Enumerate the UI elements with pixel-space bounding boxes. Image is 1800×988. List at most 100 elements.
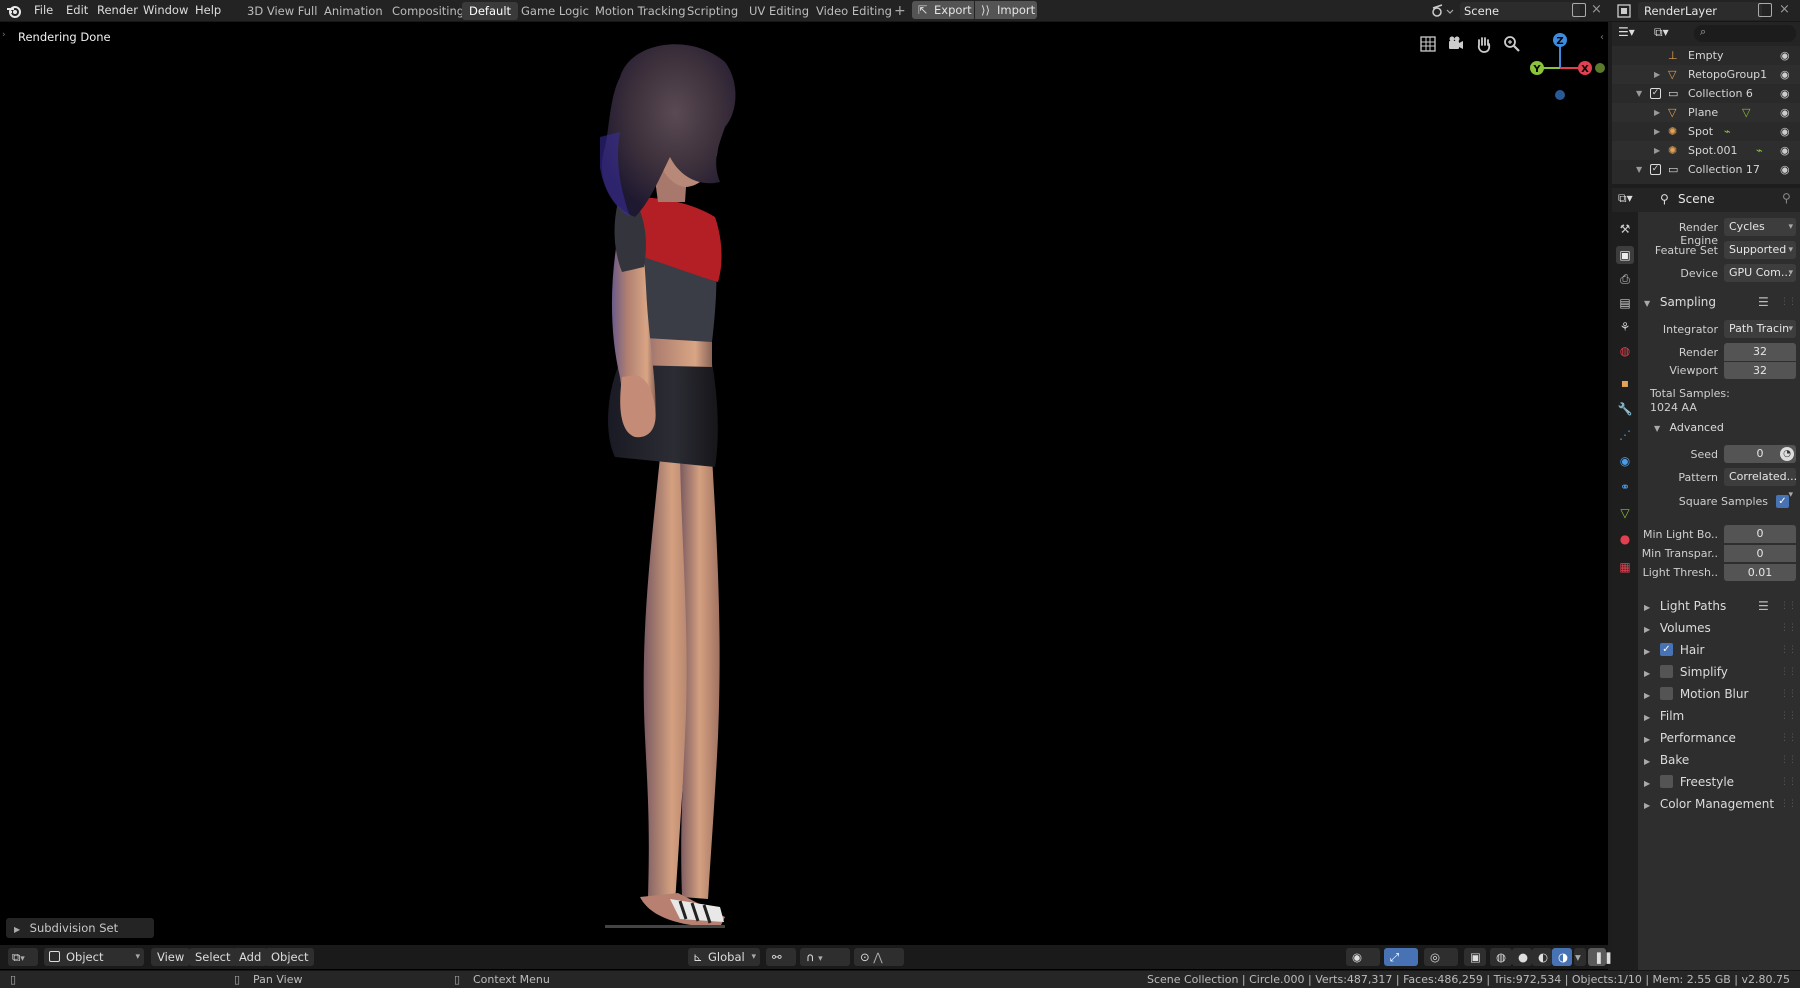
workspace-tab-3d-view-full[interactable]: 3D View Full	[240, 2, 324, 20]
workspace-tab-uv-editing[interactable]: UV Editing	[742, 2, 816, 20]
properties-editor-type-icon[interactable]: ⧉▾	[1618, 191, 1633, 206]
animate-seed-clock-icon[interactable]: ◔	[1780, 447, 1794, 461]
object-tab-square-icon[interactable]: ▪	[1616, 374, 1634, 392]
drag-grip-icon[interactable]: ⋮⋮	[1780, 727, 1797, 749]
gizmo-toggle[interactable]: ⤢	[1384, 948, 1418, 966]
menu-help[interactable]: Help	[193, 0, 223, 22]
render-tab-camera-icon[interactable]: ▣	[1616, 246, 1634, 264]
outliner-row-collection-17[interactable]: ▼ ✓ ▭ Collection 17 ◉	[1612, 160, 1800, 179]
eye-icon[interactable]: ◉	[1780, 65, 1790, 84]
pan-hand-icon[interactable]	[1474, 34, 1494, 54]
eye-icon[interactable]: ◉	[1780, 103, 1790, 122]
eye-icon[interactable]: ◉	[1780, 46, 1790, 65]
min-transparent-bounces-field[interactable]: 0	[1724, 544, 1796, 562]
collapse-triangle-icon[interactable]: ▼	[1636, 84, 1642, 103]
drag-grip-icon[interactable]: ⋮⋮	[1780, 661, 1797, 683]
performance-panel-header[interactable]: ▶ Performance ⋮⋮	[1638, 727, 1800, 749]
seed-field[interactable]: 0 ◔	[1724, 445, 1796, 463]
particles-tab-icon[interactable]: ⋰	[1616, 426, 1634, 444]
xray-toggle[interactable]: ▣	[1464, 948, 1486, 966]
presets-list-icon[interactable]: ☰	[1758, 595, 1769, 617]
drag-grip-icon[interactable]: ⋮⋮	[1780, 793, 1797, 815]
eye-icon[interactable]: ◉	[1780, 141, 1790, 160]
viewport-samples-field[interactable]: 32	[1724, 361, 1796, 379]
scene-browse-icon[interactable]	[1430, 3, 1456, 19]
drag-grip-icon[interactable]: ⋮⋮	[1780, 771, 1797, 793]
eye-icon[interactable]: ◉	[1780, 122, 1790, 141]
freestyle-panel-header[interactable]: ▶ Freestyle ⋮⋮	[1638, 771, 1800, 793]
outliner-row-spot[interactable]: ▶ ✺ Spot ⌁ ◉	[1612, 122, 1800, 141]
proportional-editing-toggle[interactable]: ⊙ ⋀	[854, 948, 904, 966]
menu-window[interactable]: Window	[141, 0, 190, 22]
presets-list-icon[interactable]: ☰	[1758, 291, 1769, 313]
transform-orientation-dropdown[interactable]: ⊾ Global ▾	[688, 948, 760, 966]
shading-material-button[interactable]: ◐	[1532, 948, 1552, 966]
add-menu[interactable]: Add	[233, 948, 268, 966]
outliner-row-empty[interactable]: ⊥ Empty ◉	[1612, 46, 1800, 65]
scene-tab-icon[interactable]: ⚘	[1616, 318, 1634, 336]
workspace-tab-game-logic[interactable]: Game Logic	[514, 2, 596, 20]
workspace-tab-compositing[interactable]: Compositing	[385, 2, 471, 20]
square-samples-checkbox[interactable]: ✓	[1776, 495, 1789, 508]
expand-triangle-icon[interactable]: ▶	[1654, 122, 1660, 141]
physics-tab-icon[interactable]: ◉	[1616, 452, 1634, 470]
3d-viewport[interactable]: › Rendering Done Z X Y ‹	[0, 22, 1608, 970]
workspace-tab-animation[interactable]: Animation	[317, 2, 390, 20]
visibility-dropdown[interactable]: ◉	[1346, 948, 1380, 966]
sampling-panel-header[interactable]: ▼ Sampling ☰ ⋮⋮	[1638, 291, 1800, 313]
min-light-bounces-field[interactable]: 0	[1724, 525, 1796, 543]
film-panel-header[interactable]: ▶ Film ⋮⋮	[1638, 705, 1800, 727]
eye-icon[interactable]: ◉	[1780, 160, 1790, 179]
new-view-layer-icon[interactable]	[1758, 3, 1772, 17]
simplify-enable-checkbox[interactable]	[1660, 665, 1673, 678]
hair-enable-checkbox[interactable]: ✓	[1660, 643, 1673, 656]
object-mode-dropdown[interactable]: Object Mode ▾	[44, 948, 144, 982]
toggle-camera-view-grid-icon[interactable]	[1418, 34, 1438, 54]
menu-file[interactable]: File	[32, 0, 55, 22]
color-management-panel-header[interactable]: ▶ Color Management ⋮⋮	[1638, 793, 1800, 815]
expand-triangle-icon[interactable]: ▶	[1654, 103, 1660, 122]
modifier-tab-wrench-icon[interactable]: 🔧	[1616, 400, 1634, 418]
shading-rendered-button[interactable]: ◑	[1552, 948, 1572, 966]
view-menu[interactable]: View	[151, 948, 191, 966]
drag-grip-icon[interactable]: ⋮⋮	[1780, 683, 1797, 705]
camera-view-icon[interactable]	[1446, 34, 1466, 54]
blender-logo-icon[interactable]	[6, 3, 22, 19]
pause-render-button[interactable]: ❚❚	[1588, 948, 1613, 966]
outliner-row-plane[interactable]: ▶ ▽ Plane ▽ ◉	[1612, 103, 1800, 122]
drag-grip-icon[interactable]: ⋮⋮	[1780, 595, 1797, 617]
expand-triangle-icon[interactable]: ▶	[1654, 141, 1660, 160]
overlays-toggle[interactable]: ◎	[1424, 948, 1458, 966]
drag-grip-icon[interactable]: ⋮⋮	[1780, 705, 1797, 727]
expand-triangle-icon[interactable]: ▶	[1654, 65, 1660, 84]
object-menu[interactable]: Object	[265, 948, 315, 966]
delete-scene-close-icon[interactable]: ×	[1591, 2, 1602, 17]
workspace-tab-video-editing[interactable]: Video Editing	[809, 2, 899, 20]
render-engine-dropdown[interactable]: Cycles ▾	[1724, 218, 1796, 236]
editor-type-dropdown[interactable]: ⧉▾	[8, 948, 38, 966]
eye-icon[interactable]: ◉	[1780, 84, 1790, 103]
view-layer-tab-icon[interactable]: ▤	[1616, 294, 1634, 312]
pin-icon[interactable]: ⚲	[1782, 191, 1791, 205]
material-tab-sphere-icon[interactable]: ●	[1616, 530, 1634, 548]
outliner-row-retopogroup1[interactable]: ▶ ▽ RetopoGroup1 ◉	[1612, 65, 1800, 84]
device-dropdown[interactable]: GPU Com... ▾	[1724, 264, 1796, 282]
simplify-panel-header[interactable]: ▶ Simplify ⋮⋮	[1638, 661, 1800, 683]
pivot-point-dropdown[interactable]: ⚯	[766, 948, 796, 966]
light-paths-panel-header[interactable]: ▶ Light Paths ☰ ⋮⋮	[1638, 595, 1800, 617]
collection-checkbox[interactable]: ✓	[1650, 88, 1661, 99]
integrator-dropdown[interactable]: Path Tracin ▾	[1724, 320, 1796, 338]
display-mode-icon[interactable]: ⧉▾	[1654, 25, 1669, 40]
view-layer-name-field[interactable]: RenderLayer	[1638, 2, 1762, 20]
outliner-row-spot-001[interactable]: ▶ ✺ Spot.001 ⌁ ◉	[1612, 141, 1800, 160]
object-data-tab-triangle-icon[interactable]: ▽	[1616, 504, 1634, 522]
outliner-editor-type-icon[interactable]: ☰▾	[1618, 25, 1635, 39]
view-layer-browse-icon[interactable]	[1616, 3, 1636, 19]
export-button[interactable]: ⇱ Export	[912, 1, 974, 19]
toolbar-expand-chevron-icon[interactable]: ›	[2, 30, 6, 40]
delete-view-layer-close-icon[interactable]: ×	[1779, 2, 1790, 17]
menu-render[interactable]: Render	[95, 0, 140, 22]
sidebar-expand-chevron-icon[interactable]: ‹	[1600, 32, 1604, 43]
feature-set-dropdown[interactable]: Supported ▾	[1724, 241, 1796, 259]
render-samples-field[interactable]: 32	[1724, 343, 1796, 361]
